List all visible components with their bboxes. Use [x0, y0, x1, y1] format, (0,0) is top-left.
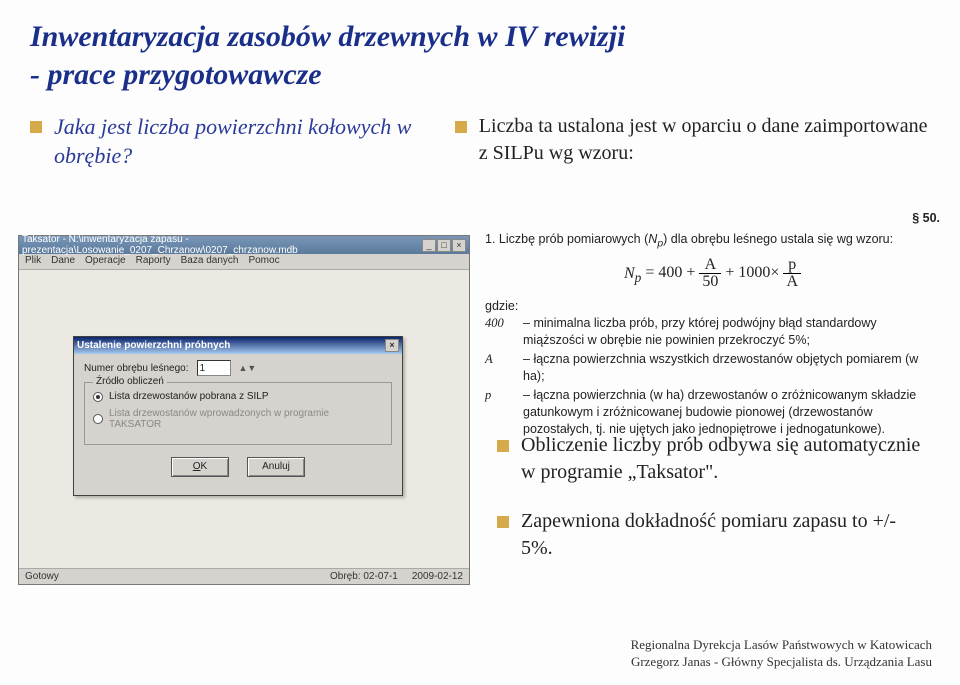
radio-taksator[interactable]: Lista drzewostanów wprowadzonych w progr… [93, 408, 383, 430]
slide-title: Inwentaryzacja zasobów drzewnych w IV re… [0, 0, 960, 93]
field-label: Numer obrębu leśnego: [84, 363, 189, 374]
intro-text: Liczba ta ustalona jest w oparciu o dane… [479, 113, 930, 167]
ok-button[interactable]: OK [171, 457, 229, 477]
bullet-icon [497, 516, 509, 528]
app-titlebar: Taksator - N:\inwentaryzacja zapasu - pr… [19, 236, 469, 254]
spinner-icon[interactable]: ▲▼ [239, 363, 257, 373]
status-obreb: Obręb: 02-07-1 [330, 571, 398, 582]
dialog-body: Numer obrębu leśnego: 1 ▲▼ Źródło oblicz… [74, 354, 402, 483]
minimize-button[interactable]: _ [422, 239, 436, 252]
top-columns: Jaka jest liczba powierzchni kołowych w … [0, 93, 960, 184]
maximize-button[interactable]: □ [437, 239, 451, 252]
bullet-row: Zapewniona dokładność pomiaru zapasu to … [497, 508, 927, 562]
menu-item[interactable]: Plik [25, 255, 41, 268]
radio-icon [93, 414, 103, 424]
radio-label: Lista drzewostanów wprowadzonych w progr… [109, 408, 383, 430]
bullet-text: Zapewniona dokładność pomiaru zapasu to … [521, 508, 927, 562]
menu-item[interactable]: Raporty [136, 255, 171, 268]
bullet-icon [30, 121, 42, 133]
window-buttons: _ □ × [422, 239, 466, 252]
cancel-button[interactable]: Anuluj [247, 457, 305, 477]
app-menubar: Plik Dane Operacje Raporty Baza danych P… [19, 254, 469, 270]
menu-item[interactable]: Operacje [85, 255, 126, 268]
formula: Np = 400 + A50 + 1000× pA [485, 257, 940, 290]
status-left: Gotowy [25, 571, 59, 582]
gdzie-label: gdzie: [485, 298, 940, 315]
dialog-titlebar: Ustalenie powierzchni próbnych × [74, 337, 402, 354]
radio-silp[interactable]: Lista drzewostanów pobrana z SILP [93, 391, 383, 402]
status-date: 2009-02-12 [412, 571, 463, 582]
footer-line1: Regionalna Dyrekcja Lasów Państwowych w … [631, 637, 932, 654]
bullet-icon [497, 440, 509, 452]
dialog: Ustalenie powierzchni próbnych × Numer o… [73, 336, 403, 496]
source-groupbox: Źródło obliczeń Lista drzewostanów pobra… [84, 382, 392, 445]
def-row: A – łączna powierzchnia wszystkich drzew… [485, 351, 940, 385]
dialog-title-text: Ustalenie powierzchni próbnych [77, 340, 230, 351]
dialog-buttons: OK Anuluj [84, 457, 392, 477]
def-row: p – łączna powierzchnia (w ha) drzewosta… [485, 387, 940, 438]
question-text: Jaka jest liczba powierzchni kołowych w … [54, 113, 435, 170]
app-window: Taksator - N:\inwentaryzacja zapasu - pr… [18, 235, 470, 585]
radio-label: Lista drzewostanów pobrana z SILP [109, 391, 269, 402]
paragraph-50: § 50. 1. Liczbę prób pomiarowych (Np) dl… [485, 210, 940, 439]
close-button[interactable]: × [452, 239, 466, 252]
lead-text: 1. Liczbę prób pomiarowych (Np) dla obrę… [485, 231, 940, 252]
left-column: Jaka jest liczba powierzchni kołowych w … [30, 113, 435, 184]
title-line1: Inwentaryzacja zasobów drzewnych w IV re… [30, 20, 625, 53]
question-row: Jaka jest liczba powierzchni kołowych w … [30, 113, 435, 170]
app-title: Taksator - N:\inwentaryzacja zapasu - pr… [22, 234, 422, 256]
statusbar: Gotowy Obręb: 02-07-1 2009-02-12 [19, 568, 469, 584]
bullet-icon [455, 121, 467, 133]
radio-icon [93, 392, 103, 402]
menu-item[interactable]: Dane [51, 255, 75, 268]
obreb-number-input[interactable]: 1 [197, 360, 231, 376]
def-row: 400 – minimalna liczba prób, przy której… [485, 315, 940, 349]
right-bullets: Obliczenie liczby prób odbywa się automa… [497, 432, 927, 584]
bullet-text: Obliczenie liczby prób odbywa się automa… [521, 432, 927, 486]
dialog-close-button[interactable]: × [385, 339, 399, 352]
right-column: Liczba ta ustalona jest w oparciu o dane… [455, 113, 930, 184]
title-line2: - prace przygotowawcze [30, 58, 322, 91]
field-row: Numer obrębu leśnego: 1 ▲▼ [84, 360, 392, 376]
footer-line2: Grzegorz Janas - Główny Specjalista ds. … [631, 654, 932, 671]
menu-item[interactable]: Baza danych [181, 255, 239, 268]
bullet-row: Obliczenie liczby prób odbywa się automa… [497, 432, 927, 486]
group-legend: Źródło obliczeń [93, 376, 167, 387]
intro-row: Liczba ta ustalona jest w oparciu o dane… [455, 113, 930, 167]
app-body: Ustalenie powierzchni próbnych × Numer o… [19, 270, 469, 568]
footer: Regionalna Dyrekcja Lasów Państwowych w … [631, 637, 932, 671]
section-number: § 50. [485, 210, 940, 227]
menu-item[interactable]: Pomoc [248, 255, 279, 268]
